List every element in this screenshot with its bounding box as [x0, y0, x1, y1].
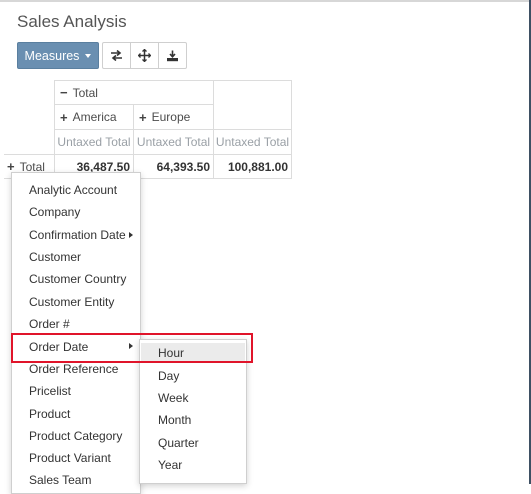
col-header-blank: [213, 80, 292, 130]
measure-header[interactable]: Untaxed Total: [54, 129, 134, 155]
expand-icon: +: [60, 109, 68, 125]
collapse-icon: −: [60, 85, 68, 100]
page-title: Sales Analysis: [17, 12, 127, 31]
menu-item[interactable]: Sales Team: [29, 473, 91, 487]
menu-item[interactable]: Confirmation Date: [29, 228, 126, 242]
caret-down-icon: [85, 53, 92, 58]
menu-item[interactable]: Product Category: [29, 429, 122, 443]
measure-header-label: Untaxed Total: [215, 135, 290, 149]
pivot-actions: [102, 42, 187, 69]
col-group-label: Europe: [151, 110, 191, 124]
expand-icon: +: [139, 109, 147, 125]
col-header-america[interactable]: + America: [54, 104, 134, 130]
expand-all-icon: [138, 49, 151, 62]
menu-item[interactable]: Order #: [29, 317, 70, 331]
caret-right-icon: [129, 232, 133, 238]
submenu-item-month[interactable]: Month: [158, 413, 191, 427]
pivot-value-cell[interactable]: 100,881.00: [213, 154, 292, 179]
pivot-corner: [4, 80, 55, 155]
flip-axis-icon: [111, 50, 122, 61]
submenu-item-year[interactable]: Year: [158, 458, 182, 472]
flip-axis-button[interactable]: [102, 42, 131, 69]
col-header-europe[interactable]: + Europe: [133, 104, 214, 130]
measure-header-label: Untaxed Total: [136, 135, 211, 149]
top-border: [0, 0, 531, 2]
menu-item[interactable]: Company: [29, 205, 80, 219]
download-button[interactable]: [158, 42, 187, 69]
highlight-annotation: [11, 333, 253, 363]
menu-item[interactable]: Analytic Account: [29, 183, 117, 197]
submenu-item-quarter[interactable]: Quarter: [158, 436, 199, 450]
col-group-label: America: [72, 110, 117, 124]
expand-all-button[interactable]: [130, 42, 159, 69]
measure-header[interactable]: Untaxed Total: [133, 129, 214, 155]
submenu-item-day[interactable]: Day: [158, 369, 179, 383]
col-total-label: Total: [72, 85, 98, 100]
menu-item[interactable]: Product: [29, 407, 70, 421]
col-header-total[interactable]: − Total: [54, 80, 214, 105]
menu-item[interactable]: Pricelist: [29, 384, 71, 398]
menu-item[interactable]: Order Reference: [29, 362, 118, 376]
menu-item[interactable]: Customer Entity: [29, 295, 114, 309]
pivot-value-cell[interactable]: 64,393.50: [133, 154, 214, 179]
measures-label: Measures: [24, 48, 80, 63]
measure-header-label: Untaxed Total: [57, 135, 131, 149]
measures-button[interactable]: Measures: [17, 42, 99, 69]
download-icon: [167, 50, 178, 61]
menu-item[interactable]: Product Variant: [29, 451, 111, 465]
menu-item[interactable]: Customer Country: [29, 272, 126, 286]
menu-item[interactable]: Customer: [29, 250, 81, 264]
measure-header[interactable]: Untaxed Total: [213, 129, 292, 155]
submenu-item-week[interactable]: Week: [158, 391, 188, 405]
